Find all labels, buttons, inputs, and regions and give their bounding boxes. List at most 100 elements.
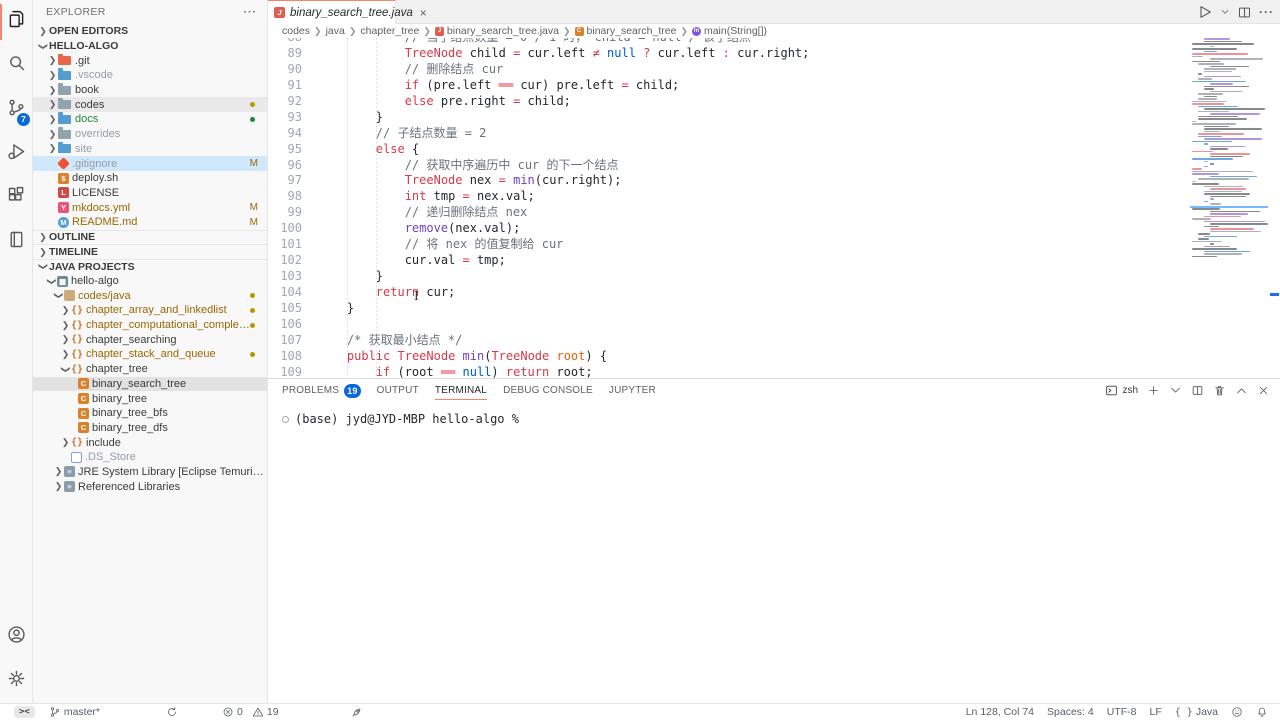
file-tree-item-.gitignore[interactable]: .gitignoreM [33,156,267,171]
line-number: 107 [268,333,318,349]
branch-status-item[interactable]: master* [49,706,100,718]
activity-bar-item-source-control[interactable]: 7 [0,88,33,132]
code-editor[interactable]: 88 // 当子结点数量 = 0 / 1 时， child = null / 该… [268,38,1190,378]
breadcrumb-label: binary_search_tree [587,25,677,37]
activity-bar-item-explorer[interactable] [0,0,33,44]
activity-bar-item-extensions[interactable] [0,176,33,220]
java-projects-item-chapter_stack_and_queue[interactable]: ❯{}chapter_stack_and_queue [33,347,267,362]
new-terminal-button[interactable] [1147,384,1160,397]
encoding-status-item[interactable]: UTF-8 [1107,706,1137,718]
java-projects-item-Referenced-Libraries[interactable]: ❯≡Referenced Libraries [33,479,267,494]
file-tree-item-.vscode[interactable]: ❯.vscode [33,68,267,83]
terminal-dropdown-chevron-icon[interactable] [1169,384,1182,397]
code-line: 102 cur.val = tmp; [268,253,1190,269]
file-tree-item-overrides[interactable]: ❯overrides [33,127,267,142]
minimap-code-line [1204,161,1208,163]
file-tree-item-.git[interactable]: ❯.git [33,53,267,68]
tab-binary-search-tree[interactable]: J binary_search_tree.java × [268,0,396,24]
panel-tab-problems[interactable]: PROBLEMS19 [282,379,361,402]
panel-tab-jupyter[interactable]: JUPYTER [609,379,656,402]
panel-tab-debug-console[interactable]: DEBUG CONSOLE [503,379,593,402]
java-projects-item-binary_tree_dfs[interactable]: Cbinary_tree_dfs [33,421,267,436]
java-projects-item-include[interactable]: ❯{}include [33,435,267,450]
explorer-more-actions-icon[interactable]: ··· [244,6,258,18]
minimap-code-line [1198,73,1202,75]
kill-terminal-button[interactable] [1213,384,1226,397]
file-tree-item-book[interactable]: ❯book [33,83,267,98]
file-tree-item-codes[interactable]: ❯codes [33,97,267,112]
minimap-code-line [1204,191,1242,193]
sync-status-item[interactable] [166,706,178,718]
chevron-down-icon: ❯ [38,261,49,273]
close-icon[interactable]: × [420,6,427,20]
breadcrumb-item-5[interactable]: mmain(String[]) [692,25,767,37]
run-dropdown-chevron-icon[interactable] [1220,7,1230,17]
breadcrumb-item-4[interactable]: Cbinary_search_tree [575,25,677,37]
project-root-section[interactable]: ❯ HELLO-ALGO [33,39,267,54]
java-projects-item-JRE-System-Library--Eclipse-Temurin-17--17----[interactable]: ❯≡JRE System Library [Eclipse Temurin 17… [33,465,267,480]
breadcrumb-item-2[interactable]: chapter_tree [360,25,419,37]
minimap-code-line [1210,198,1214,200]
activity-bar-item-search[interactable] [0,44,33,88]
activity-bar-item-run-debug[interactable] [0,132,33,176]
item-label: binary_tree_bfs [89,407,168,419]
java-projects-item--DS_Store[interactable]: .DS_Store [33,450,267,465]
breadcrumb-item-0[interactable]: codes [282,25,310,37]
chevron-right-icon: ❯ [47,143,58,154]
panel-tab-terminal[interactable]: TERMINAL [435,379,487,402]
activity-bar-item-notebook[interactable] [0,220,33,264]
java-projects-item-binary_tree_bfs[interactable]: Cbinary_tree_bfs [33,406,267,421]
maximize-panel-button[interactable] [1235,384,1248,397]
file-tree-item-deploy.sh[interactable]: $deploy.sh [33,171,267,186]
timeline-section[interactable]: ❯ TIMELINE [33,244,267,259]
eol-status-item[interactable]: LF [1149,706,1161,718]
shell-selector[interactable]: zsh [1105,384,1138,397]
breadcrumb-item-1[interactable]: java [326,25,345,37]
split-terminal-button[interactable] [1191,384,1204,397]
split-editor-button[interactable] [1237,5,1252,20]
java-projects-item-chapter_array_and_linkedlist[interactable]: ❯{}chapter_array_and_linkedlist [33,303,267,318]
java-projects-item-codes-java[interactable]: ❯codes/java [33,288,267,303]
minimap-code-line [1204,246,1230,248]
open-editors-section[interactable]: ❯ OPEN EDITORS [33,24,267,39]
close-panel-button[interactable] [1257,384,1270,397]
settings-icon [6,668,27,694]
minimap-code-line [1204,193,1250,195]
terminal-prompt: (base) jyd@JYD-MBP hello-algo % [295,412,519,426]
indentation-status-item[interactable]: Spaces: 4 [1047,706,1094,718]
tab-bar: J binary_search_tree.java × ··· [268,0,1280,24]
problems-status-item[interactable]: 019 [222,706,285,718]
java-projects-item-hello-algo[interactable]: ❯▦hello-algo [33,274,267,289]
activity-bar-item-account[interactable] [0,615,33,659]
cursor-position-status-item[interactable]: Ln 128, Col 74 [966,706,1034,718]
java-projects-item-binary_tree[interactable]: Cbinary_tree [33,391,267,406]
notifications-bell-button[interactable] [1256,706,1268,718]
remote-indicator[interactable]: >< [14,706,35,718]
java-projects-item-binary_search_tree[interactable]: Cbinary_search_tree [33,377,267,392]
language-mode-status-item[interactable]: { }Java [1175,706,1218,718]
file-tree-item-docs[interactable]: ❯docs [33,112,267,127]
java-projects-item-chapter_searching[interactable]: ❯{}chapter_searching [33,332,267,347]
file-tree-item-README.md[interactable]: MREADME.mdM [33,215,267,230]
terminal[interactable]: (base) jyd@JYD-MBP hello-algo % [282,412,519,426]
more-actions-button[interactable]: ··· [1259,5,1274,19]
panel-tab-output[interactable]: OUTPUT [377,379,419,402]
feedback-button[interactable] [1231,706,1243,718]
breadcrumb-item-3[interactable]: Jbinary_search_tree.java [435,25,559,37]
line-number: 105 [268,301,318,317]
java-projects-section[interactable]: ❯ JAVA PROJECTS [33,259,267,274]
activity-bar-item-settings[interactable] [0,659,33,703]
java-projects-item-chapter_computational_complexity[interactable]: ❯{}chapter_computational_complexity [33,318,267,333]
file-tree-item-mkdocs.yml[interactable]: Ymkdocs.ymlM [33,200,267,215]
file-tree-item-LICENSE[interactable]: LLICENSE [33,186,267,201]
method-symbol-icon: m [692,27,701,36]
outline-section[interactable]: ❯ OUTLINE [33,230,267,245]
minimap[interactable] [1190,38,1268,270]
minimap-code-line [1210,196,1246,198]
file-tree-item-site[interactable]: ❯site [33,142,267,157]
code-line: 109 if (root ══ null) return root; [268,365,1190,378]
run-button[interactable] [1197,4,1213,20]
code-text: else pre.right = child; [318,94,571,110]
java-projects-item-chapter_tree[interactable]: ❯{}chapter_tree [33,362,267,377]
java-status-rocket-item[interactable] [351,706,363,718]
